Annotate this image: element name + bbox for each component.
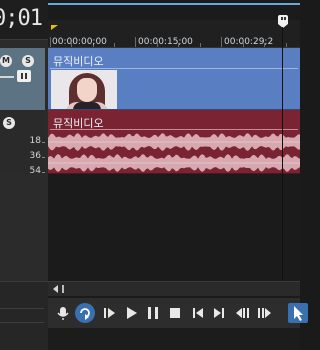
stop-icon[interactable] — [165, 303, 185, 323]
divider — [0, 322, 44, 323]
video-thumbnail — [51, 70, 117, 109]
vu-tick — [42, 172, 45, 173]
status-strip — [48, 328, 300, 350]
transport-bar — [48, 298, 308, 328]
ruler-tick — [135, 37, 136, 47]
level-slider[interactable] — [0, 76, 14, 78]
ruler-tick — [221, 37, 222, 47]
playhead-line — [282, 27, 283, 280]
video-track[interactable]: 뮤직비디오 — [48, 48, 300, 110]
clip-fade-line[interactable] — [50, 68, 298, 69]
vu-meter-label: 36 — [29, 151, 41, 161]
audio-waveform — [48, 133, 300, 172]
left-lower-panel — [0, 281, 48, 350]
scrollbar-thumb[interactable] — [62, 285, 64, 293]
video-clip-title: 뮤직비디오 — [53, 55, 104, 68]
time-ruler[interactable]: 00:00:00;00 00:00:15;00 00:00:29;2 — [48, 20, 300, 48]
vu-tick — [42, 157, 45, 158]
mute-button[interactable]: M — [0, 55, 12, 67]
vu-tick — [42, 142, 45, 143]
go-to-start-icon[interactable] — [188, 303, 208, 323]
loop-region-marker[interactable] — [51, 25, 58, 30]
solo-button[interactable]: S — [22, 55, 34, 67]
horizontal-scrollbar[interactable] — [48, 281, 300, 296]
next-frame-icon[interactable] — [255, 303, 275, 323]
play-from-start-icon[interactable] — [99, 303, 119, 323]
video-track-header[interactable]: M S — [0, 48, 45, 110]
timecode-value: 0;01 — [0, 6, 43, 31]
ruler-tick — [50, 37, 51, 47]
audio-track-header[interactable]: S 18 36 54 — [0, 110, 45, 176]
ruler-tick — [286, 43, 287, 47]
scroll-left-icon[interactable] — [53, 285, 58, 293]
pause-icon[interactable] — [143, 303, 163, 323]
ruler-tick — [200, 43, 201, 47]
normal-edit-tool-icon[interactable] — [288, 303, 308, 323]
record-icon[interactable] — [53, 303, 73, 323]
ruler-tick — [114, 43, 115, 47]
go-to-end-icon[interactable] — [209, 303, 229, 323]
audio-track[interactable]: 뮤직비디오 — [48, 110, 300, 174]
playhead-handle[interactable] — [278, 15, 288, 28]
ruler-timecode: 00:00:00;00 — [52, 37, 107, 47]
play-icon[interactable] — [121, 303, 141, 323]
timeline[interactable]: 00:00:00;00 00:00:15;00 00:00:29;2 뮤직비디오… — [48, 0, 308, 350]
timecode-display[interactable]: 0;01 — [0, 0, 48, 40]
track-pause-button[interactable] — [17, 70, 31, 82]
ruler-timecode: 00:00:29;2 — [224, 37, 274, 47]
timeline-top-bar — [48, 3, 300, 5]
ruler-timecode: 00:00:15;00 — [138, 37, 193, 47]
vu-meter-label: 18 — [29, 136, 41, 146]
track-list-panel: 0;01 M S S 18 36 54 — [0, 0, 48, 350]
previous-frame-icon[interactable] — [232, 303, 252, 323]
solo-button[interactable]: S — [3, 117, 15, 129]
divider — [0, 308, 44, 309]
clip-fade-line[interactable] — [50, 129, 298, 130]
vu-meter-label: 54 — [29, 166, 41, 176]
loop-icon[interactable] — [75, 303, 95, 323]
empty-track-area[interactable] — [48, 174, 300, 281]
